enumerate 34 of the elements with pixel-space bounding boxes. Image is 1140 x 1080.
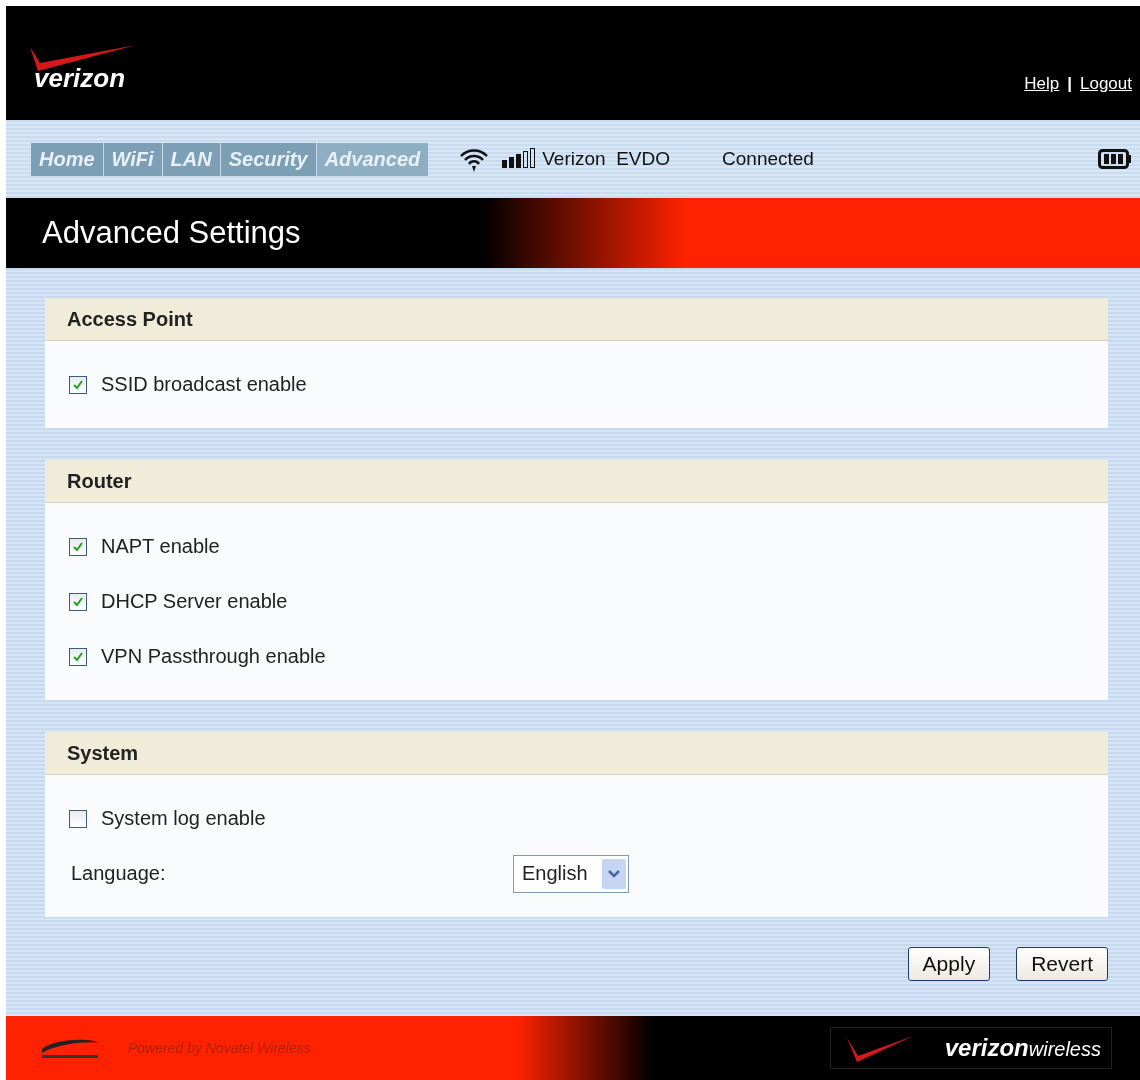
checkbox[interactable] [69, 537, 87, 556]
separator: | [1067, 74, 1072, 94]
logout-link[interactable]: Logout [1080, 74, 1132, 94]
form-button[interactable]: Apply [907, 947, 991, 981]
page-title: Advanced Settings [42, 215, 301, 251]
section-header: Router [45, 460, 1108, 503]
checkbox[interactable] [69, 592, 87, 611]
checkbox-label: NAPT enable [101, 535, 220, 558]
checkbox[interactable] [69, 375, 87, 394]
checkbox[interactable] [69, 647, 87, 666]
connection-status: Connected [722, 148, 814, 170]
checkbox[interactable] [69, 809, 87, 828]
checkbox-label: SSID broadcast enable [101, 373, 307, 396]
section-header: System [45, 732, 1108, 775]
checkbox-label: DHCP Server enable [101, 590, 288, 613]
network-name: Verizon EVDO [542, 148, 671, 170]
wifi-icon [458, 146, 491, 172]
battery-icon [1098, 149, 1132, 169]
check-icon [72, 540, 84, 553]
footer-logo: verizonwireless [944, 1034, 1101, 1062]
check-icon [72, 595, 84, 608]
dropdown-icon [601, 858, 626, 889]
help-link[interactable]: Help [1024, 74, 1060, 94]
checkbox-label: VPN Passthrough enable [101, 645, 326, 668]
signal-icon [502, 148, 537, 170]
form-button[interactable]: Revert [1016, 947, 1108, 981]
section-header: Access Point [45, 298, 1108, 341]
language-label: Language: [71, 862, 167, 885]
logo: verizon [34, 43, 126, 94]
language-select[interactable]: English [513, 854, 629, 893]
powered-by-text: Powered by Novatel Wireless [128, 1040, 311, 1056]
check-icon [72, 378, 84, 391]
checkbox-label: System log enable [101, 807, 266, 830]
check-icon [72, 650, 84, 663]
